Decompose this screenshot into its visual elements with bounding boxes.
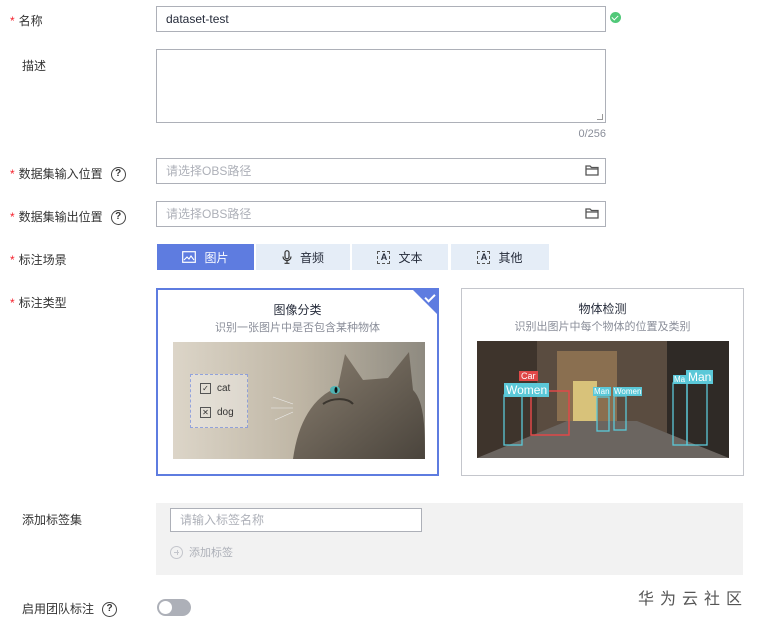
input-location-placeholder: 请选择OBS路径	[166, 164, 252, 178]
description-textarea[interactable]	[156, 49, 606, 123]
box-label: Women	[504, 383, 550, 397]
label-set-area: 请输入标签名称 添加标签	[156, 503, 743, 575]
team-toggle[interactable]	[157, 599, 191, 616]
microphone-icon	[282, 250, 292, 264]
box-label: Women	[613, 387, 643, 396]
add-label-button[interactable]: 添加标签	[170, 544, 233, 560]
card-title: 图像分类	[273, 303, 322, 317]
other-icon: A	[477, 250, 491, 264]
name-label: * 名称	[10, 14, 43, 28]
tag-dog: dog	[217, 407, 234, 418]
checkbox-icon: ✓	[200, 383, 211, 394]
description-label: 描述	[22, 59, 47, 73]
label-name-input[interactable]: 请输入标签名称	[170, 508, 422, 532]
folder-icon[interactable]	[585, 164, 599, 176]
tag-cat: cat	[217, 383, 231, 394]
help-icon[interactable]: ?	[110, 210, 126, 226]
text-icon: A	[377, 250, 391, 264]
scene-option-image[interactable]: 图片	[157, 244, 254, 270]
cross-box-icon: ✕	[200, 407, 211, 418]
folder-icon[interactable]	[585, 207, 599, 219]
description-counter: 0/256	[578, 128, 606, 140]
type-card-detection[interactable]: 物体检测 识别出图片中每个物体的位置及类别 Car Women Man Wome…	[461, 288, 744, 476]
team-label: 启用团队标注?	[10, 600, 118, 618]
toggle-knob	[159, 601, 172, 614]
scene-option-text[interactable]: A 文本	[352, 244, 448, 270]
plus-circle-icon	[170, 545, 183, 559]
box-label: Ma	[673, 375, 687, 384]
type-card-classification[interactable]: 图像分类 识别一张图片中是否包含某种物体 ✓ cat ✕ dog	[156, 288, 439, 476]
card-desc: 识别一张图片中是否包含某种物体	[215, 322, 380, 334]
card-desc: 识别出图片中每个物体的位置及类别	[514, 321, 691, 333]
box-label: Car	[519, 371, 538, 381]
watermark: 华为云社区	[638, 591, 749, 608]
help-icon[interactable]: ?	[102, 602, 118, 618]
scene-option-audio[interactable]: 音频	[256, 244, 350, 270]
output-location-field[interactable]: 请选择OBS路径	[156, 201, 606, 227]
output-location-label: * 数据集输出位置?	[10, 208, 126, 226]
help-icon[interactable]: ?	[110, 167, 126, 183]
label-set-label: 添加标签集	[22, 513, 83, 527]
image-icon	[182, 251, 197, 263]
card-title: 物体检测	[578, 302, 627, 316]
scene-option-other[interactable]: A 其他	[451, 244, 549, 270]
street-image: Car Women Man Women Ma Man	[477, 341, 729, 458]
tag-panel: ✓ cat ✕ dog	[190, 374, 248, 428]
scene-label: * 标注场景	[10, 253, 67, 267]
type-label: * 标注类型	[10, 296, 67, 310]
name-input[interactable]: dataset-test	[156, 6, 606, 32]
input-location-field[interactable]: 请选择OBS路径	[156, 158, 606, 184]
box-label: Man	[593, 387, 611, 396]
box-label: Man	[686, 370, 714, 384]
input-location-label: * 数据集输入位置?	[10, 165, 126, 183]
output-location-placeholder: 请选择OBS路径	[166, 207, 252, 221]
check-circle-icon	[610, 12, 621, 23]
resize-handle-icon[interactable]	[597, 114, 603, 120]
cat-image: ✓ cat ✕ dog	[173, 342, 425, 459]
